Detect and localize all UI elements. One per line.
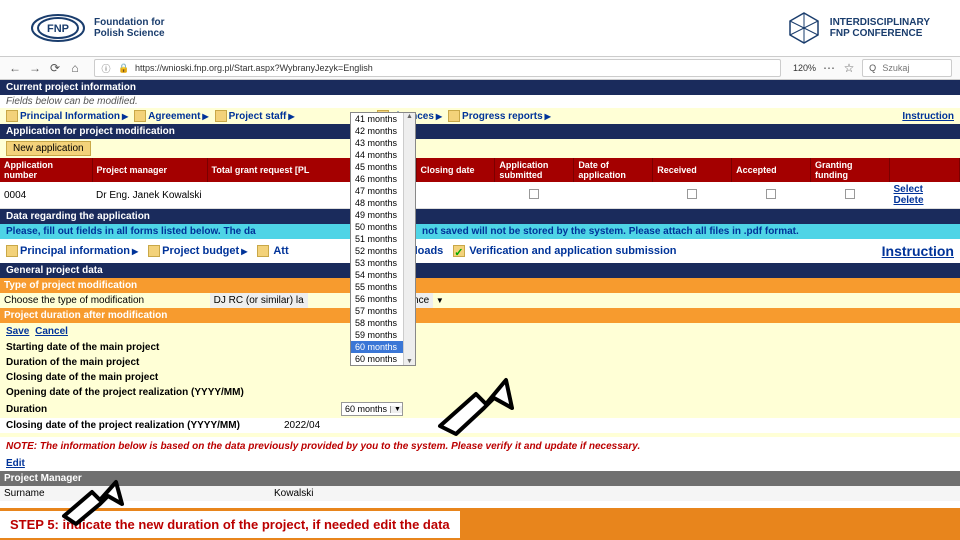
- conference-logo-icon: [786, 10, 822, 46]
- step-banner: STEP 5: indicate the new duration of the…: [0, 508, 960, 540]
- checkbox-submitted[interactable]: [529, 189, 539, 199]
- tabs-row-2: Principal information▶ Project budget▶ A…: [0, 239, 960, 263]
- tab-project-staff[interactable]: Project staff▶: [215, 110, 295, 122]
- col-accepted: Accepted: [732, 158, 811, 182]
- col-received: Received: [653, 158, 732, 182]
- tab-principal-info[interactable]: Principal Information▶: [6, 110, 128, 122]
- fnp-logo: FNP Foundation for Polish Science: [30, 13, 165, 43]
- please-note-left: Please, fill out fields in all forms lis…: [0, 224, 350, 239]
- tab2-principal[interactable]: Principal information▶: [6, 245, 138, 257]
- conference-logo: INTERDISCIPLINARY FNP CONFERENCE: [786, 10, 930, 46]
- please-note-right: not saved will not be stored by the syst…: [416, 224, 960, 239]
- label-duration: Duration: [6, 404, 256, 415]
- save-cancel-row: Save Cancel: [0, 323, 960, 340]
- forward-icon[interactable]: →: [28, 61, 42, 75]
- months-dropdown[interactable]: 41 months42 months43 months44 months45 m…: [350, 112, 416, 366]
- fnp-logo-text: Foundation for Polish Science: [94, 17, 165, 39]
- col-app-number: Application number: [0, 158, 92, 182]
- section-data-app: Data regarding the application: [0, 209, 960, 224]
- col-actions: [890, 158, 960, 182]
- section-application-mod: Application for project modification: [0, 124, 960, 139]
- search-input[interactable]: [882, 63, 947, 73]
- instruction-link-1[interactable]: Instruction: [902, 111, 954, 122]
- project-manager-section: Project Manager SurnameKowalski: [0, 471, 960, 501]
- tab-progress-reports[interactable]: Progress reports▶: [448, 110, 551, 122]
- col-project-mgr: Project manager: [92, 158, 207, 182]
- arrow-pointer-2: [54, 478, 130, 528]
- col-closing: Closing date: [416, 158, 495, 182]
- surname-value: Kowalski: [274, 488, 313, 499]
- col-funding: Granting funding: [811, 158, 890, 182]
- section-general: General project data: [0, 263, 960, 278]
- tab2-attachments[interactable]: Att: [257, 245, 288, 257]
- more-icon[interactable]: ⋯: [822, 61, 836, 75]
- info-icon[interactable]: ⓘ: [99, 61, 113, 75]
- col-total-grant: Total grant request [PL: [207, 158, 350, 182]
- fields-modified-note: Fields below can be modified.: [0, 95, 960, 108]
- browser-toolbar: ← → ⟳ ⌂ ⓘ 🔒 120% ⋯ ☆ Q: [0, 56, 960, 80]
- lock-icon: 🔒: [117, 61, 131, 75]
- select-link[interactable]: Select: [894, 184, 923, 195]
- instruction-link-2[interactable]: Instruction: [882, 243, 954, 259]
- surname-label: Surname: [4, 488, 274, 499]
- application-row: 0004 Dr Eng. Janek Kowalski Select Delet…: [0, 182, 960, 209]
- fnp-logo-icon: FNP: [30, 13, 86, 43]
- checkbox-received[interactable]: [687, 189, 697, 199]
- cell-app-number: 0004: [0, 182, 92, 209]
- arrow-pointer-1: [428, 376, 518, 442]
- search-bar[interactable]: Q: [862, 59, 952, 77]
- logo-bar: FNP Foundation for Polish Science INTERD…: [0, 0, 960, 56]
- dropdown-scrollbar[interactable]: [403, 113, 415, 365]
- applications-table: Application number Project manager Total…: [0, 158, 960, 209]
- cell-mgr: Dr Eng. Janek Kowalski: [92, 182, 350, 209]
- applications-header: Application number Project manager Total…: [0, 158, 960, 182]
- general-data-table: Type of project modification Choose the …: [0, 278, 960, 323]
- delete-link[interactable]: Delete: [894, 195, 924, 206]
- search-icon: Q: [867, 61, 878, 75]
- zoom-level[interactable]: 120%: [793, 63, 816, 73]
- svg-text:FNP: FNP: [47, 23, 69, 35]
- url-input[interactable]: [135, 63, 776, 73]
- tab-agreement[interactable]: Agreement▶: [134, 110, 208, 122]
- please-note-row: Please, fill out fields in all forms lis…: [0, 224, 960, 239]
- save-button[interactable]: Save: [6, 326, 29, 337]
- row-choose-mod: Choose the type of modification DJ RC (o…: [0, 293, 960, 308]
- duration-select[interactable]: 60 months▼: [341, 402, 403, 416]
- section-current-project: Current project information: [0, 80, 960, 95]
- value-closing-real: 2022/04: [284, 420, 320, 431]
- checkbox-funding[interactable]: [845, 189, 855, 199]
- new-app-row: New application: [0, 139, 960, 158]
- row-type-mod: Type of project modification: [0, 278, 960, 293]
- url-bar[interactable]: ⓘ 🔒: [94, 59, 781, 77]
- conference-logo-text: INTERDISCIPLINARY FNP CONFERENCE: [830, 17, 930, 39]
- cancel-button[interactable]: Cancel: [35, 326, 68, 337]
- label-duration-main: Duration of the main project: [6, 357, 256, 368]
- back-icon[interactable]: ←: [8, 61, 22, 75]
- label-opening-real: Opening date of the project realization …: [6, 387, 256, 398]
- tabs-row-1: Principal Information▶ Agreement▶ Projec…: [0, 108, 960, 124]
- reload-icon[interactable]: ⟳: [48, 61, 62, 75]
- favorite-icon[interactable]: ☆: [842, 61, 856, 75]
- col-submitted: Application submitted: [495, 158, 574, 182]
- col-date: Date of application: [574, 158, 653, 182]
- tab2-verification[interactable]: Verification and application submission: [453, 245, 676, 257]
- new-application-button[interactable]: New application: [6, 141, 91, 156]
- label-closing-main: Closing date of the main project: [6, 372, 256, 383]
- label-closing-real: Closing date of the project realization …: [6, 420, 256, 431]
- mod-value-left: DJ RC (or similar) la: [210, 293, 308, 308]
- row-duration-mod: Project duration after modification: [0, 308, 960, 323]
- checkbox-accepted[interactable]: [766, 189, 776, 199]
- home-icon[interactable]: ⌂: [68, 61, 82, 75]
- pm-header: Project Manager: [0, 471, 960, 486]
- tab2-budget[interactable]: Project budget▶: [148, 245, 247, 257]
- label-start-date: Starting date of the main project: [6, 342, 256, 353]
- edit-link[interactable]: Edit: [0, 456, 31, 471]
